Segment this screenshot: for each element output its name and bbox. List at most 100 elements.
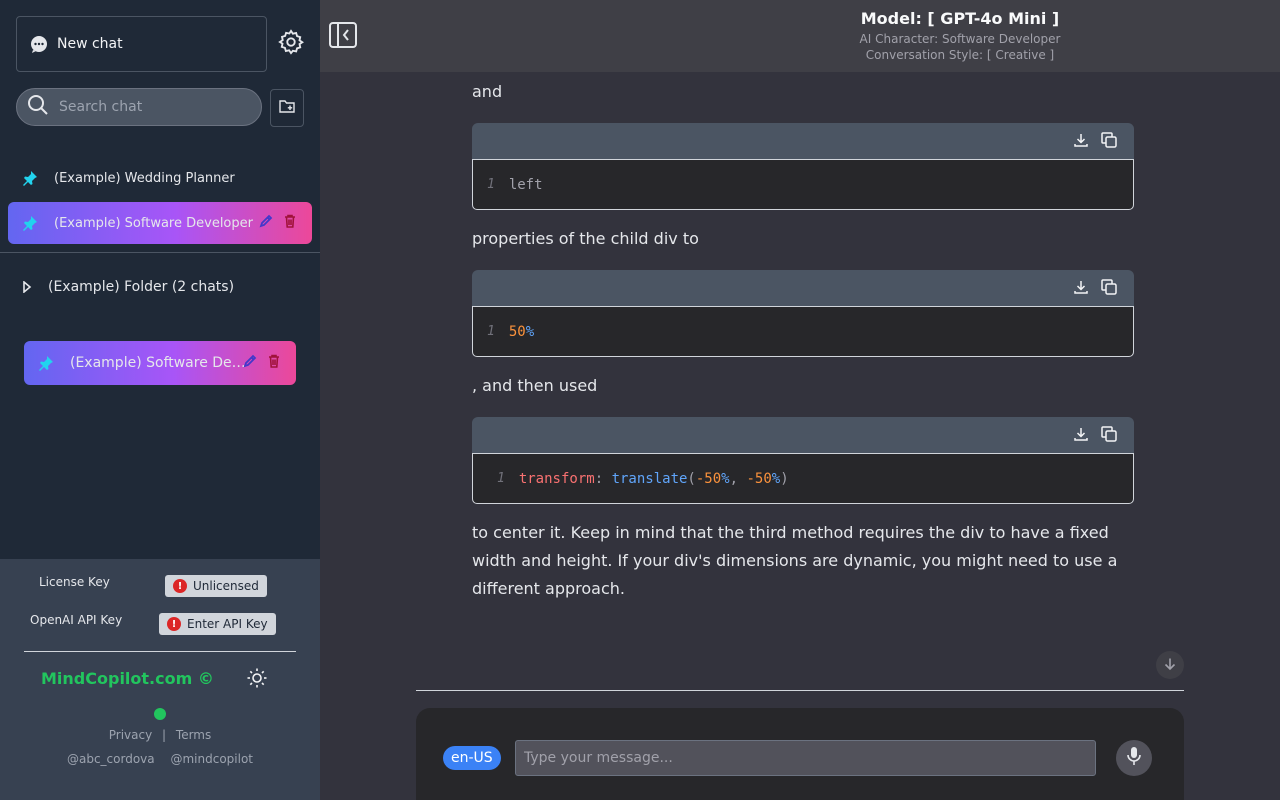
message-text: and xyxy=(472,82,503,101)
error-icon: ! xyxy=(173,579,187,593)
code-comma: , xyxy=(729,470,739,487)
sun-icon xyxy=(246,667,268,693)
search-input[interactable] xyxy=(59,99,249,115)
sidebar-divider xyxy=(0,252,320,253)
pin-icon xyxy=(22,170,38,186)
caret-right-icon xyxy=(22,281,34,293)
folder-item[interactable]: (Example) Folder (2 chats) xyxy=(22,276,234,298)
code-block: 1 left xyxy=(472,123,1134,210)
social-link-abc-cordova[interactable]: @abc_cordova xyxy=(67,752,155,766)
code-content: 1 left xyxy=(472,159,1134,210)
code-paren-close: ) xyxy=(780,470,789,487)
api-key-button[interactable]: ! Enter API Key xyxy=(159,613,276,635)
api-key-status-label: Enter API Key xyxy=(187,617,268,631)
message-text: to center it. Keep in mind that the thir… xyxy=(472,523,1118,598)
theme-toggle-button[interactable] xyxy=(245,668,269,692)
copy-icon[interactable] xyxy=(1100,131,1118,149)
api-key-row: OpenAI API Key xyxy=(30,613,122,627)
code-number: 50 xyxy=(508,323,526,340)
code-unit: % xyxy=(525,323,535,340)
line-number: 1 xyxy=(487,177,495,192)
code-block-header xyxy=(472,123,1134,159)
code-colon: : xyxy=(594,470,604,487)
code-paren-open: ( xyxy=(687,470,696,487)
sidebar-toggle-button[interactable] xyxy=(328,20,358,50)
pin-icon xyxy=(38,355,54,371)
code-number: -50 xyxy=(746,470,772,487)
code-unit: % xyxy=(771,470,781,487)
code-content: 1 transform: translate(-50%, -50%) xyxy=(472,453,1134,504)
terms-link[interactable]: Terms xyxy=(176,728,211,742)
ai-character-label: AI Character: Software Developer xyxy=(859,32,1061,46)
new-folder-button[interactable] xyxy=(270,89,304,127)
chat-header: Model: [ GPT-4o Mini ] AI Character: Sof… xyxy=(320,0,1280,72)
settings-button[interactable] xyxy=(276,29,306,59)
license-key-label: License Key xyxy=(39,575,110,589)
license-status-button[interactable]: ! Unlicensed xyxy=(165,575,267,597)
code-block: 1 50% xyxy=(472,270,1134,357)
conversation-area: and 1 left properties of the child div t… xyxy=(320,72,1280,692)
chat-item-software-developer[interactable]: (Example) Software Developer xyxy=(8,202,312,244)
message-text: properties of the child div to xyxy=(472,229,699,248)
footer-divider xyxy=(24,651,296,652)
sidebar: New chat (Example) Wedding Planner (Exam… xyxy=(0,0,320,800)
trash-icon[interactable] xyxy=(266,353,282,373)
download-icon[interactable] xyxy=(1072,131,1090,149)
line-number: 1 xyxy=(497,471,505,486)
status-indicator xyxy=(154,708,166,720)
pin-icon xyxy=(22,215,38,231)
copy-icon[interactable] xyxy=(1100,278,1118,296)
license-key-row: License Key xyxy=(39,575,110,589)
privacy-link[interactable]: Privacy xyxy=(109,728,152,742)
line-number: 1 xyxy=(487,324,495,339)
composer-divider xyxy=(416,690,1184,691)
download-icon[interactable] xyxy=(1072,425,1090,443)
message-composer: en-US xyxy=(416,708,1184,800)
error-icon: ! xyxy=(167,617,181,631)
chat-item-actions xyxy=(242,353,282,373)
message-text: , and then used xyxy=(472,376,598,395)
brand-link[interactable]: MindCopilot.com © xyxy=(41,669,214,688)
folder-chat-software-developer[interactable]: (Example) Software Developer xyxy=(24,341,296,385)
conversation-style-label: Conversation Style: [ Creative ] xyxy=(865,48,1055,62)
pencil-icon[interactable] xyxy=(258,213,274,233)
download-icon[interactable] xyxy=(1072,278,1090,296)
code-block-header xyxy=(472,417,1134,453)
new-chat-button[interactable]: New chat xyxy=(16,16,267,72)
code-content: 1 50% xyxy=(472,306,1134,357)
copy-icon[interactable] xyxy=(1100,425,1118,443)
scroll-down-button[interactable] xyxy=(1156,651,1184,679)
social-links: @abc_cordova @mindcopilot xyxy=(0,752,320,766)
pencil-icon[interactable] xyxy=(242,353,258,373)
chat-item-actions xyxy=(258,213,298,233)
new-chat-label: New chat xyxy=(57,36,123,52)
arrow-down-icon xyxy=(1163,656,1177,675)
folder-plus-icon xyxy=(278,97,296,119)
link-separator: | xyxy=(162,728,167,742)
search-box xyxy=(16,88,262,126)
sidebar-collapse-icon xyxy=(328,22,358,54)
code-function: translate xyxy=(611,470,688,487)
gear-icon xyxy=(277,28,305,60)
search-icon xyxy=(27,94,49,120)
language-button[interactable]: en-US xyxy=(443,746,501,770)
microphone-icon xyxy=(1125,746,1143,770)
social-link-mindcopilot[interactable]: @mindcopilot xyxy=(170,752,253,766)
folder-label: (Example) Folder (2 chats) xyxy=(48,279,235,295)
chat-item-wedding-planner[interactable]: (Example) Wedding Planner xyxy=(22,166,235,190)
code-block-header xyxy=(472,270,1134,306)
code-text: left xyxy=(508,176,543,193)
legal-links: Privacy | Terms xyxy=(0,728,320,742)
api-key-label: OpenAI API Key xyxy=(30,613,123,627)
license-status-label: Unlicensed xyxy=(193,579,259,593)
chat-item-label: (Example) Software Developer xyxy=(70,355,246,371)
code-unit: % xyxy=(721,470,730,487)
chat-bubble-icon xyxy=(29,34,49,54)
chat-item-label: (Example) Software Developer xyxy=(54,215,253,231)
message-input[interactable] xyxy=(515,740,1096,776)
chat-item-label: (Example) Wedding Planner xyxy=(54,170,235,186)
code-property: transform xyxy=(518,470,595,487)
trash-icon[interactable] xyxy=(282,213,298,233)
code-block: 1 transform: translate(-50%, -50%) xyxy=(472,417,1134,504)
microphone-button[interactable] xyxy=(1116,740,1152,776)
